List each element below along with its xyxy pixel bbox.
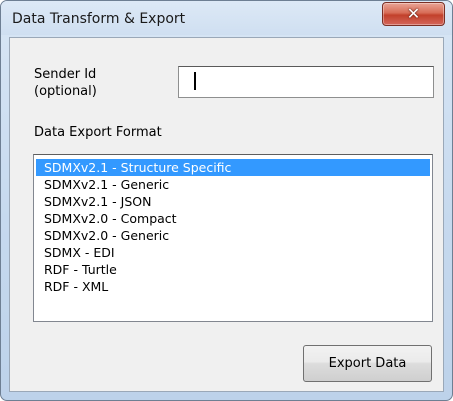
export-data-button[interactable]: Export Data — [303, 345, 432, 382]
sender-id-input[interactable] — [178, 66, 434, 98]
list-item-selected[interactable]: SDMXv2.1 - Structure Specific — [36, 159, 430, 176]
export-format-list[interactable]: SDMXv2.1 - Structure Specific SDMXv2.1 -… — [33, 154, 433, 322]
export-format-label: Data Export Format — [34, 125, 162, 140]
list-item[interactable]: RDF - XML — [34, 278, 432, 295]
window-title: Data Transform & Export — [12, 11, 186, 27]
close-button[interactable]: ✕ — [382, 2, 445, 26]
dialog-body: Sender Id (optional) Data Export Format … — [9, 37, 444, 392]
list-item[interactable]: SDMXv2.1 - JSON — [34, 193, 432, 210]
title-bar[interactable]: Data Transform & Export ✕ — [1, 1, 452, 35]
list-item[interactable]: RDF - Turtle — [34, 261, 432, 278]
list-item[interactable]: SDMX - EDI — [34, 244, 432, 261]
sender-id-label: Sender Id — [34, 67, 97, 82]
list-item[interactable]: SDMXv2.0 - Compact — [34, 210, 432, 227]
list-item[interactable]: SDMXv2.1 - Generic — [34, 176, 432, 193]
sender-id-optional-label: (optional) — [34, 84, 97, 99]
close-x-icon: ✕ — [406, 4, 421, 23]
dialog-window: Data Transform & Export ✕ Sender Id (opt… — [0, 0, 453, 401]
text-cursor — [194, 72, 196, 90]
list-item[interactable]: SDMXv2.0 - Generic — [34, 227, 432, 244]
